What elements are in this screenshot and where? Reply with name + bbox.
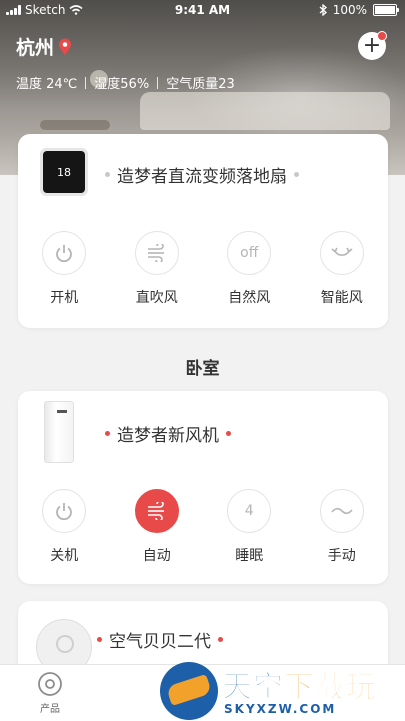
- control-label: 手动: [327, 548, 356, 564]
- bullet-dot: [294, 172, 299, 177]
- wind-icon: [134, 489, 179, 533]
- device-card-fresh-air[interactable]: 造梦者新风机 关机 自动 4 睡眠 手动: [18, 391, 388, 584]
- control-label: 智能风: [320, 290, 363, 306]
- device-image-thermostat: 18: [40, 148, 88, 196]
- hero-table: [40, 120, 110, 130]
- notification-dot: [377, 31, 387, 41]
- device-title: 空气贝贝二代: [90, 627, 230, 652]
- control-manual[interactable]: 手动: [296, 489, 389, 565]
- add-device-button[interactable]: +: [358, 31, 387, 60]
- humidity-text: 湿度56%: [94, 77, 150, 92]
- device-name: 空气贝贝二代: [109, 632, 211, 652]
- divider: [85, 77, 87, 89]
- watermark-title-a: 天空: [222, 670, 284, 706]
- device-title: 造梦者新风机: [98, 421, 238, 446]
- bullet-dot: [226, 431, 231, 436]
- number-icon: 4: [227, 489, 272, 533]
- watermark-title-b: 下载玩: [284, 670, 377, 706]
- divider: [157, 77, 159, 89]
- off-text-icon: off: [227, 231, 272, 275]
- control-direct-wind[interactable]: 直吹风: [111, 231, 204, 307]
- tab-label: 产品: [40, 704, 60, 715]
- plane-logo-icon: [160, 662, 218, 720]
- city-name: 杭州: [16, 37, 55, 59]
- fresh-air-controls: 关机 自动 4 睡眠 手动: [18, 489, 388, 565]
- control-auto[interactable]: 自动: [111, 489, 204, 565]
- bullet-dot: [105, 172, 110, 177]
- bluetooth-icon: [319, 4, 327, 16]
- battery-icon: [373, 4, 399, 16]
- air-quality-text: 空气质量23: [166, 77, 235, 92]
- control-smart-wind[interactable]: 智能风: [296, 231, 389, 307]
- wave-icon: [319, 489, 364, 533]
- room-title: 卧室: [185, 359, 220, 379]
- control-sleep[interactable]: 4 睡眠: [203, 489, 296, 565]
- control-label: 自然风: [228, 290, 271, 306]
- hero-sofa: [140, 92, 390, 130]
- bullet-dot: [105, 431, 110, 436]
- device-image-fresh-air: [44, 401, 74, 463]
- wind-icon: [134, 231, 179, 275]
- product-icon: [38, 672, 62, 696]
- cycle-arrow-icon: [319, 231, 364, 275]
- watermark-title: 天空下载玩: [222, 662, 377, 706]
- control-label: 睡眠: [235, 548, 264, 564]
- device-name: 造梦者新风机: [117, 426, 219, 446]
- control-power-on[interactable]: 开机: [18, 231, 111, 307]
- device-name: 造梦者直流变频落地扇: [117, 167, 287, 187]
- control-natural-wind[interactable]: off 自然风: [203, 231, 296, 307]
- city-selector[interactable]: 杭州: [16, 33, 72, 60]
- location-pin-icon: [59, 38, 72, 55]
- control-label: 开机: [50, 290, 79, 306]
- weather-info: 温度 24℃ 湿度56% 空气质量23: [16, 73, 235, 92]
- power-icon: [42, 231, 87, 275]
- device-card-fan[interactable]: 18 造梦者直流变频落地扇 开机 直吹风 off 自然风 智能风: [18, 134, 388, 328]
- control-label: 关机: [50, 548, 79, 564]
- watermark-logo: 天空下载玩 SKYXZW.COM: [160, 662, 405, 720]
- fan-controls: 开机 直吹风 off 自然风 智能风: [18, 231, 388, 307]
- control-label: 直吹风: [135, 290, 178, 306]
- status-bar: Sketch 9:41 AM 100%: [0, 0, 405, 22]
- control-power-off[interactable]: 关机: [18, 489, 111, 565]
- temperature-text: 温度 24℃: [16, 77, 78, 92]
- device-title: 造梦者直流变频落地扇: [98, 162, 306, 187]
- tab-products[interactable]: 产品: [30, 671, 70, 715]
- battery-percent: 100%: [332, 3, 367, 17]
- bullet-dot: [218, 637, 223, 642]
- watermark-url: SKYXZW.COM: [224, 702, 337, 716]
- device-display: 18: [43, 151, 85, 193]
- power-icon: [42, 489, 87, 533]
- bullet-dot: [97, 637, 102, 642]
- control-label: 自动: [142, 548, 171, 564]
